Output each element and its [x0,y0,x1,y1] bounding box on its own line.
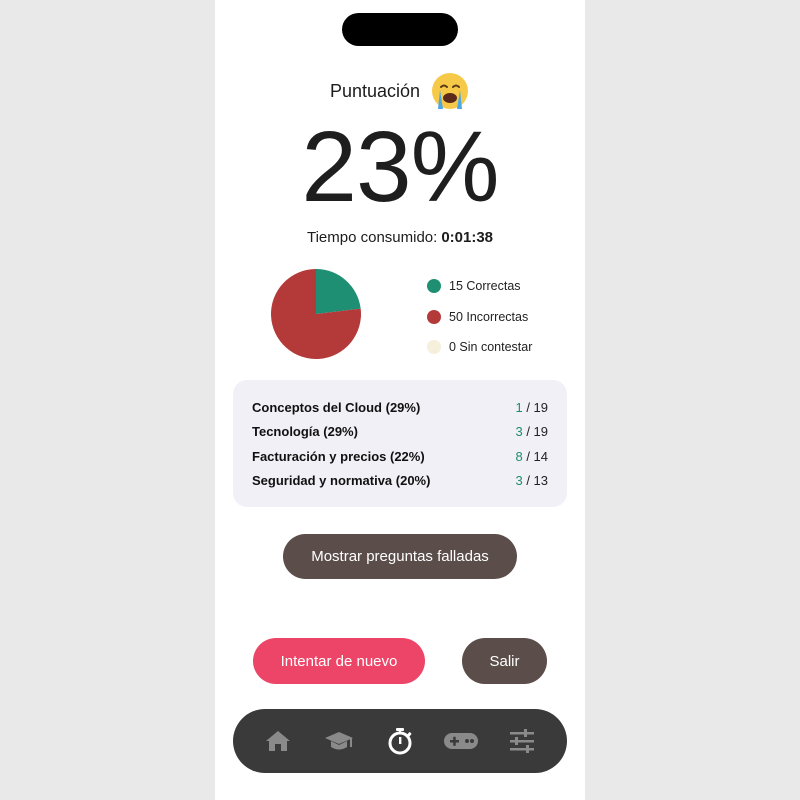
dynamic-island [342,13,458,46]
category-row: Facturación y precios (22%) 8 / 14 [252,446,548,466]
category-total: / 14 [522,448,548,464]
category-breakdown-card: Conceptos del Cloud (29%) 1 / 19 Tecnologí… [233,380,567,507]
category-score: 1 / 19 [515,400,548,415]
category-score: 8 / 14 [515,449,548,464]
graduation-cap-icon [324,732,353,750]
category-correct-count: 1 [515,399,523,415]
time-consumed: Tiempo consumido: 0:01:38 [215,229,585,246]
category-row: Tecnología (29%) 3 / 19 [252,421,548,441]
tab-games[interactable] [441,721,481,761]
tab-timer[interactable] [380,721,420,761]
category-score: 3 / 19 [515,424,548,439]
exit-button[interactable]: Salir [462,638,547,684]
crying-face-icon [430,71,470,111]
bottom-tab-bar [233,709,567,773]
legend-item: 50 Incorrectas [427,307,532,327]
category-total: / 19 [522,399,548,415]
stopwatch-icon [388,728,412,755]
tab-settings[interactable] [502,721,542,761]
category-name: Tecnología (29%) [252,423,358,439]
legend-label: 15 Correctas [449,279,521,293]
pie-slice-correct [316,269,361,314]
tab-home[interactable] [258,721,298,761]
category-row: Conceptos del Cloud (29%) 1 / 19 [252,397,548,417]
show-wrong-questions-button[interactable]: Mostrar preguntas falladas [283,534,517,579]
category-name: Facturación y precios (22%) [252,448,425,464]
category-score: 3 / 13 [515,473,548,488]
gamepad-icon [444,733,479,749]
category-correct-count: 3 [515,472,523,488]
category-name: Seguridad y normativa (20%) [252,472,431,488]
category-total: / 19 [522,423,548,439]
tab-learn[interactable] [319,721,359,761]
time-value: 0:01:38 [441,229,494,246]
score-label: Puntuación [329,80,421,101]
category-correct-count: 3 [515,423,523,439]
legend-swatch [427,309,441,324]
phone-screen: Puntuación 23% Tiempo consumido: 0:01:38 … [215,0,585,800]
score-percent: 23% [301,111,499,223]
legend-swatch [427,340,441,354]
legend-label: 50 Incorrectas [449,309,529,324]
legend-item: 15 Correctas [427,276,532,296]
time-label: Tiempo consumido: [306,229,438,246]
legend-label: 0 Sin contestar [449,340,533,354]
category-name: Conceptos del Cloud (29%) [252,399,421,415]
results-legend: 15 Correctas 50 Incorrectas 0 Sin contesta… [427,276,532,368]
legend-swatch [427,279,441,293]
results-pie-chart [271,269,361,359]
retry-button[interactable]: Intentar de nuevo [253,638,425,684]
score-header: Puntuación [215,70,585,112]
home-icon [265,731,290,751]
legend-item: 0 Sin contestar [427,337,532,357]
category-correct-count: 8 [515,448,523,464]
category-row: Seguridad y normativa (20%) 3 / 13 [252,470,548,490]
category-total: / 13 [522,472,548,488]
sliders-icon [510,729,535,753]
